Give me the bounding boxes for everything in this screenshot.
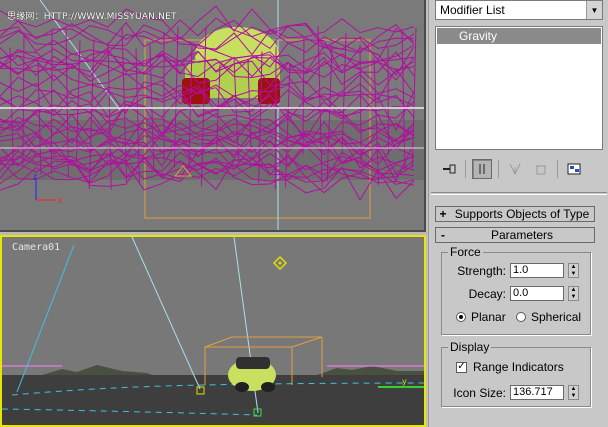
rollout-supports-objects[interactable]: + Supports Objects of Type — [435, 206, 595, 222]
icon-size-label: Icon Size: — [453, 385, 506, 400]
expand-icon: + — [439, 207, 447, 221]
planar-label: Planar — [471, 310, 506, 324]
decay-row: Decay: 0.0 ▲ ▼ — [446, 286, 579, 301]
display-group-title: Display — [448, 340, 492, 354]
front-viewport-scene: z x — [0, 0, 424, 230]
force-group-title: Force — [448, 245, 483, 259]
show-end-result-icon[interactable] — [472, 159, 492, 179]
panel-separator — [431, 192, 607, 195]
pin-stack-icon[interactable] — [439, 159, 459, 179]
decay-label: Decay: — [468, 286, 506, 301]
strength-label: Strength: — [457, 263, 506, 278]
toolbar-divider — [498, 160, 499, 178]
collapse-icon: - — [441, 228, 445, 242]
planar-radio[interactable] — [456, 312, 466, 322]
toolbar-divider — [465, 160, 466, 178]
modifier-list-label: Modifier List — [440, 3, 505, 17]
camera-viewport-scene: y — [2, 237, 424, 425]
strength-input[interactable]: 1.0 — [510, 263, 564, 278]
rollout-parameters[interactable]: - Parameters — [435, 227, 595, 243]
icon-size-row: Icon Size: 136.717 ▲ ▼ — [446, 385, 579, 400]
configure-modifier-sets-icon[interactable] — [564, 159, 584, 179]
strength-spinner[interactable]: ▲ ▼ — [568, 263, 579, 278]
rollout-supports-label: Supports Objects of Type — [454, 207, 590, 221]
spherical-radio[interactable] — [516, 312, 526, 322]
rollout-parameters-label: Parameters — [490, 228, 554, 242]
range-indicators-label: Range Indicators — [473, 360, 564, 374]
stack-item-gravity[interactable]: Gravity — [437, 28, 601, 44]
strength-row: Strength: 1.0 ▲ ▼ — [446, 263, 579, 278]
display-group: Display ✓ Range Indicators Icon Size: 13… — [441, 340, 591, 407]
front-viewport[interactable]: z x 思缘网：HTTP://WWW.MISSYUAN.NET — [0, 0, 426, 232]
watermark: 思缘网：HTTP://WWW.MISSYUAN.NET — [7, 12, 177, 22]
icon-size-spinner[interactable]: ▲ ▼ — [568, 385, 579, 400]
viewport-label[interactable]: Camera01 — [12, 242, 60, 253]
spherical-label: Spherical — [531, 310, 582, 324]
axis-y-label: y — [402, 377, 407, 386]
decay-spinner[interactable]: ▲ ▼ — [568, 286, 579, 301]
modifier-list-dropdown[interactable]: Modifier List ▼ — [435, 0, 603, 20]
spherical-option[interactable]: Spherical — [516, 310, 581, 324]
command-panel: Modifier List ▼ Gravity + Supports Objec… — [428, 0, 608, 427]
range-indicators-checkbox[interactable]: ✓ — [456, 361, 467, 373]
chevron-down-icon[interactable]: ▼ — [586, 1, 602, 19]
camera-viewport[interactable]: y Camera01 — [0, 235, 426, 427]
make-unique-icon[interactable] — [505, 159, 525, 179]
planar-option[interactable]: Planar — [456, 310, 506, 324]
modifier-stack[interactable]: Gravity — [435, 26, 603, 150]
decay-input[interactable]: 0.0 — [510, 286, 564, 301]
icon-size-input[interactable]: 136.717 — [510, 385, 564, 400]
axis-x-label: x — [58, 196, 63, 205]
axis-z-label: z — [33, 172, 37, 181]
toolbar-divider — [557, 160, 558, 178]
range-indicators-option[interactable]: ✓ Range Indicators — [456, 360, 564, 374]
force-group: Force Strength: 1.0 ▲ ▼ Decay: 0.0 ▲ ▼ Pla… — [441, 245, 591, 335]
stack-toolbar — [435, 156, 603, 182]
remove-modifier-icon[interactable] — [531, 159, 551, 179]
